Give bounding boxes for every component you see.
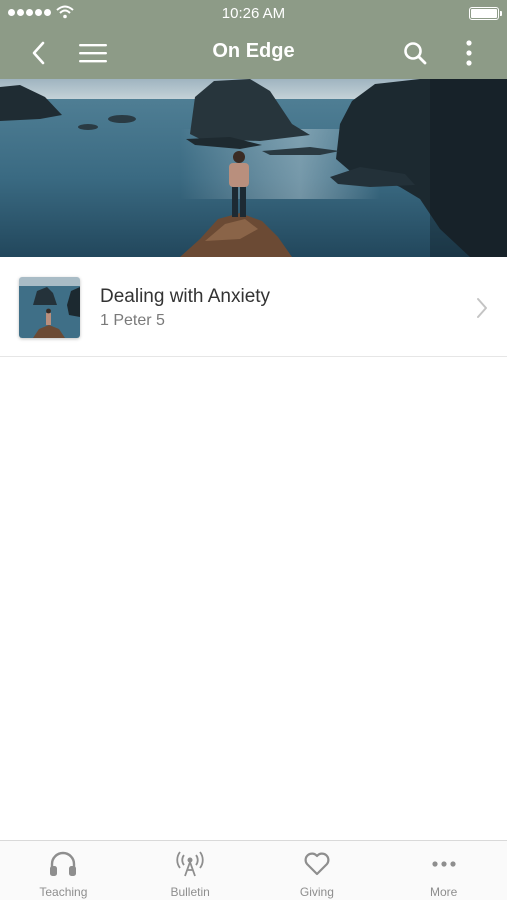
tab-label-giving: Giving: [299, 885, 334, 899]
item-thumbnail: [19, 277, 80, 338]
search-icon: [404, 41, 427, 64]
tab-bar: Teaching Bulletin Giving More: [0, 840, 507, 900]
tab-teaching[interactable]: Teaching: [0, 841, 127, 900]
headphones-icon: [50, 851, 77, 876]
tab-giving[interactable]: Giving: [254, 841, 381, 900]
broadcast-icon: [176, 851, 204, 877]
vertical-ellipsis-icon: [466, 39, 472, 66]
tab-label-bulletin: Bulletin: [170, 885, 210, 899]
chevron-right-icon: [477, 298, 487, 318]
status-time: 10:26 AM: [221, 5, 286, 22]
more-options-button[interactable]: [447, 26, 491, 79]
tab-bulletin[interactable]: Bulletin: [127, 841, 254, 900]
list-item[interactable]: Dealing with Anxiety 1 Peter 5: [0, 257, 507, 357]
item-title: Dealing with Anxiety: [100, 286, 271, 307]
status-bar: 10:26 AM: [0, 0, 507, 26]
tab-label-teaching: Teaching: [39, 885, 88, 899]
battery-icon: [469, 7, 502, 20]
navigation-bar: On Edge: [0, 26, 507, 79]
heart-icon: [304, 852, 330, 876]
more-dots-icon: [432, 861, 456, 867]
tab-more[interactable]: More: [380, 841, 507, 900]
series-hero-image: [0, 79, 507, 257]
item-subtitle: 1 Peter 5: [100, 312, 165, 329]
tab-label-more: More: [429, 885, 458, 899]
search-button[interactable]: [393, 26, 437, 79]
